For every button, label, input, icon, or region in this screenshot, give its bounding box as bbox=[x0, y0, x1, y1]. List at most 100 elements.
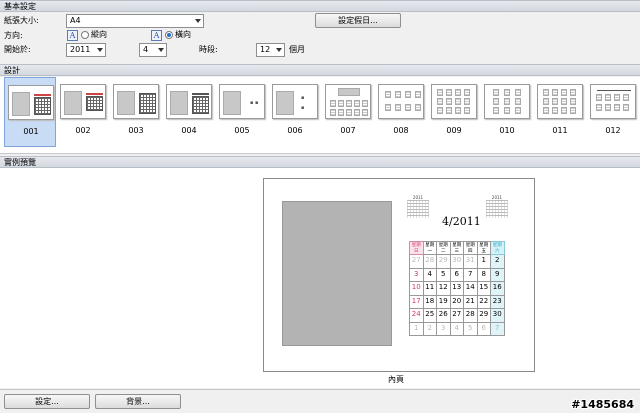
weekday-header: 星期一 bbox=[422, 241, 437, 255]
chevron-down-icon bbox=[195, 19, 201, 23]
footer-bar: 設定... 背景... bbox=[0, 389, 640, 413]
portrait-radio[interactable] bbox=[81, 31, 89, 39]
portrait-label: 縱向 bbox=[91, 30, 107, 39]
design-label-003: 003 bbox=[128, 126, 144, 135]
calendar-day: 30 bbox=[490, 308, 505, 323]
design-thumb-007[interactable]: 007 bbox=[322, 77, 374, 147]
calendar-week-row: 17 18 19 20 21 22 23 bbox=[409, 294, 505, 309]
design-preview-011 bbox=[537, 84, 583, 119]
design-label-011: 011 bbox=[552, 126, 568, 135]
month-calendar-grid: 星期日 星期一 星期二 星期三 星期四 星期五 星期六 27 28 29 30 … bbox=[409, 241, 505, 336]
portrait-orientation-icon: A bbox=[67, 30, 78, 41]
start-label: 開始於: bbox=[4, 45, 31, 54]
calendar-day: 28 bbox=[463, 308, 478, 323]
landscape-radio[interactable] bbox=[165, 31, 173, 39]
calendar-day: 27 bbox=[449, 308, 464, 323]
weekday-header: 星期日 bbox=[409, 241, 424, 255]
calendar-day: 30 bbox=[449, 254, 464, 269]
start-year-select[interactable]: 2011 bbox=[66, 43, 106, 57]
calendar-week-row: 3 4 5 6 7 8 9 bbox=[409, 267, 505, 282]
calendar-day: 31 bbox=[463, 254, 478, 269]
preview-title: 實例預覽 bbox=[4, 158, 36, 167]
calendar-day: 10 bbox=[409, 281, 424, 296]
design-preview-009 bbox=[431, 84, 477, 119]
design-thumb-003[interactable]: 003 bbox=[110, 77, 162, 147]
design-label-001: 001 bbox=[23, 127, 39, 136]
landscape-orientation-icon: A bbox=[151, 30, 162, 41]
calendar-day: 2 bbox=[422, 321, 437, 336]
landscape-label: 橫向 bbox=[175, 30, 191, 39]
calendar-day: 15 bbox=[476, 281, 491, 296]
calendar-day: 16 bbox=[490, 281, 505, 296]
calendar-day: 28 bbox=[422, 254, 437, 269]
calendar-day: 29 bbox=[476, 308, 491, 323]
design-label-009: 009 bbox=[446, 126, 462, 135]
calendar-day: 11 bbox=[422, 281, 437, 296]
preview-header: 實例預覽 bbox=[0, 156, 640, 168]
calendar-day: 3 bbox=[409, 267, 424, 282]
calendar-day: 22 bbox=[476, 294, 491, 309]
calendar-day: 23 bbox=[490, 294, 505, 309]
calendar-day: 6 bbox=[476, 321, 491, 336]
design-gallery: 001 002 003 004 ▪ ▪ 005 ▪ ▪ 006 007 008 … bbox=[0, 77, 640, 154]
calendar-day: 5 bbox=[463, 321, 478, 336]
calendar-day: 27 bbox=[409, 254, 424, 269]
design-thumb-012[interactable]: 012 bbox=[587, 77, 639, 147]
calendar-day: 5 bbox=[436, 267, 451, 282]
next-month-mini-calendar: 2011 bbox=[486, 195, 508, 219]
design-thumb-008[interactable]: 008 bbox=[375, 77, 427, 147]
calendar-page-preview: 2011 4/2011 2011 星期日 星期一 星期二 星期三 星期四 星期五… bbox=[263, 178, 535, 372]
calendar-day: 2 bbox=[490, 254, 505, 269]
calendar-week-row: 1 2 3 4 5 6 7 bbox=[409, 321, 505, 336]
design-preview-010 bbox=[484, 84, 530, 119]
orientation-label: 方向: bbox=[4, 31, 23, 40]
design-preview-005: ▪ ▪ bbox=[219, 84, 265, 119]
design-thumb-005[interactable]: ▪ ▪ 005 bbox=[216, 77, 268, 147]
start-month-value: 4 bbox=[143, 45, 149, 54]
design-label-002: 002 bbox=[75, 126, 91, 135]
design-label-012: 012 bbox=[605, 126, 621, 135]
design-thumb-001[interactable]: 001 bbox=[4, 77, 56, 147]
design-thumb-006[interactable]: ▪ ▪ 006 bbox=[269, 77, 321, 147]
paper-size-label: 紙張大小: bbox=[4, 16, 39, 25]
design-thumb-004[interactable]: 004 bbox=[163, 77, 215, 147]
photo-placeholder[interactable] bbox=[282, 201, 392, 346]
preview-area: 2011 4/2011 2011 星期日 星期一 星期二 星期三 星期四 星期五… bbox=[0, 168, 640, 388]
background-button[interactable]: 背景... bbox=[95, 394, 181, 409]
weekday-header: 星期二 bbox=[436, 241, 451, 255]
design-thumb-002[interactable]: 002 bbox=[57, 77, 109, 147]
duration-value: 12 bbox=[260, 45, 271, 54]
design-label-005: 005 bbox=[234, 126, 250, 135]
design-preview-004 bbox=[166, 84, 212, 119]
settings-button[interactable]: 設定... bbox=[4, 394, 90, 409]
design-label-010: 010 bbox=[499, 126, 515, 135]
design-label-008: 008 bbox=[393, 126, 409, 135]
calendar-day: 25 bbox=[422, 308, 437, 323]
paper-size-select[interactable]: A4 bbox=[66, 14, 204, 28]
set-holidays-button[interactable]: 設定假日... bbox=[315, 13, 401, 28]
basic-settings-header: 基本設定 bbox=[0, 0, 640, 12]
calendar-day: 4 bbox=[422, 267, 437, 282]
calendar-day: 7 bbox=[490, 321, 505, 336]
design-thumb-010[interactable]: 010 bbox=[481, 77, 533, 147]
calendar-day: 29 bbox=[436, 254, 451, 269]
prev-month-mini-calendar: 2011 bbox=[407, 195, 429, 219]
weekday-header: 星期六 bbox=[490, 241, 505, 255]
calendar-day: 13 bbox=[449, 281, 464, 296]
weekday-header: 星期三 bbox=[449, 241, 464, 255]
design-thumb-011[interactable]: 011 bbox=[534, 77, 586, 147]
design-preview-012 bbox=[590, 84, 636, 119]
calendar-day: 9 bbox=[490, 267, 505, 282]
calendar-day: 17 bbox=[409, 294, 424, 309]
start-month-select[interactable]: 4 bbox=[139, 43, 167, 57]
paper-size-value: A4 bbox=[70, 16, 81, 25]
calendar-day: 24 bbox=[409, 308, 424, 323]
weekday-header: 星期五 bbox=[476, 241, 491, 255]
design-label-006: 006 bbox=[287, 126, 303, 135]
calendar-day: 1 bbox=[409, 321, 424, 336]
page-caption: 內頁 bbox=[388, 375, 404, 384]
design-thumb-009[interactable]: 009 bbox=[428, 77, 480, 147]
duration-select[interactable]: 12 bbox=[256, 43, 285, 57]
calendar-day: 7 bbox=[463, 267, 478, 282]
design-preview-007 bbox=[325, 84, 371, 119]
